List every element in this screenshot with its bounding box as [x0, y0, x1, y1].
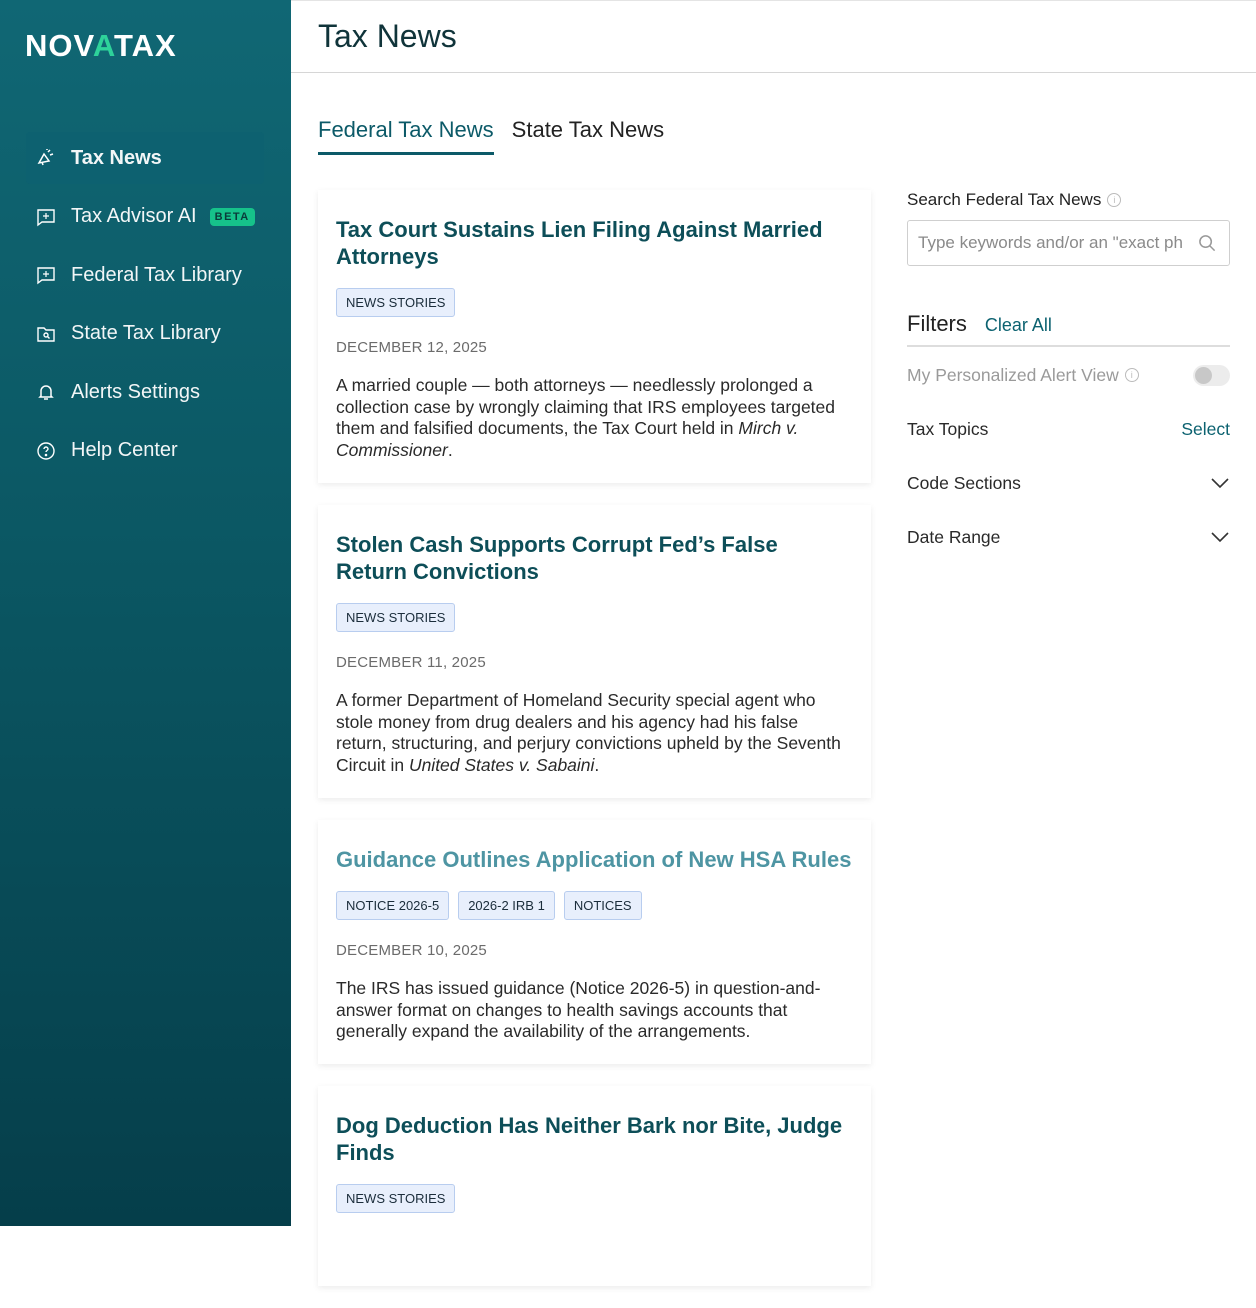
logo-text: TAX	[113, 28, 177, 63]
personalized-alert-row: My Personalized Alert View i	[907, 348, 1230, 402]
clear-all-button[interactable]: Clear All	[985, 315, 1052, 336]
sidebar-item-state-tax-library[interactable]: State Tax Library	[26, 308, 264, 360]
tax-topics-row: Tax Topics Select	[907, 402, 1230, 456]
article-title-link[interactable]: Dog Deduction Has Neither Bark nor Bite,…	[336, 1112, 853, 1166]
page-title: Tax News	[318, 18, 457, 54]
article-tag[interactable]: 2026-2 IRB 1	[458, 891, 555, 920]
personalized-alert-label: My Personalized Alert View	[907, 364, 1119, 385]
summary-text: The IRS has issued guidance (Notice 2026…	[336, 978, 821, 1041]
sidebar-item-federal-tax-library[interactable]: Federal Tax Library	[26, 249, 264, 301]
article-card: Dog Deduction Has Neither Bark nor Bite,…	[318, 1086, 871, 1286]
article-list: Tax Court Sustains Lien Filing Against M…	[318, 190, 871, 1308]
article-card: Guidance Outlines Application of New HSA…	[318, 820, 871, 1064]
article-title-link[interactable]: Tax Court Sustains Lien Filing Against M…	[336, 216, 853, 270]
search-icon[interactable]	[1198, 234, 1217, 258]
sidebar-item-label: Alerts Settings	[71, 380, 200, 403]
tax-topics-select-button[interactable]: Select	[1181, 419, 1230, 440]
chat-sparkle-icon	[35, 264, 57, 286]
personalized-alert-toggle[interactable]	[1193, 364, 1230, 386]
article-title-link[interactable]: Guidance Outlines Application of New HSA…	[336, 846, 853, 873]
filters-header: Filters Clear All	[907, 311, 1230, 347]
sidebar-item-label: Federal Tax Library	[71, 263, 242, 286]
sidebar-item-label: Tax News	[71, 146, 162, 169]
date-range-label: Date Range	[907, 526, 1001, 547]
code-sections-row[interactable]: Code Sections	[907, 456, 1230, 510]
logo-text: NOV	[25, 28, 93, 63]
logo-accent: A	[92, 28, 114, 63]
search-input[interactable]	[918, 233, 1183, 253]
beta-badge: BETA	[209, 207, 255, 226]
tab-state-tax-news[interactable]: State Tax News	[512, 117, 664, 155]
search-label-text: Search Federal Tax News	[907, 190, 1102, 209]
code-sections-label: Code Sections	[907, 472, 1021, 493]
article-date: DECEMBER 11, 2025	[336, 654, 486, 671]
tax-topics-label: Tax Topics	[907, 418, 989, 439]
search-label: Search Federal Tax News i	[907, 190, 1230, 210]
article-summary: The IRS has issued guidance (Notice 2026…	[336, 978, 853, 1043]
sidebar-nav: Tax News Tax Advisor AI BETA Federal Tax…	[26, 132, 264, 483]
sidebar-item-help-center[interactable]: Help Center	[26, 425, 264, 477]
article-tag[interactable]: NOTICE 2026-5	[336, 891, 450, 920]
chevron-down-icon[interactable]	[1210, 527, 1230, 548]
chat-sparkle-icon	[35, 206, 57, 228]
help-circle-icon	[35, 440, 57, 462]
article-title-link[interactable]: Stolen Cash Supports Corrupt Fed’s False…	[336, 531, 853, 585]
novatax-logo[interactable]: NOVATAX	[25, 28, 177, 64]
sidebar-item-alerts-settings[interactable]: Alerts Settings	[26, 366, 264, 418]
article-tag[interactable]: NEWS STORIES	[336, 288, 456, 317]
bell-icon	[35, 381, 57, 403]
article-date: DECEMBER 10, 2025	[336, 942, 487, 959]
sidebar-item-label: Help Center	[71, 439, 178, 461]
header: Tax News	[291, 0, 1256, 73]
sidebar-item-tax-news[interactable]: Tax News	[26, 132, 264, 184]
sidebar-item-label: Tax Advisor AI	[71, 205, 197, 227]
article-tag[interactable]: NEWS STORIES	[336, 603, 456, 632]
megaphone-icon	[35, 147, 57, 169]
date-range-row[interactable]: Date Range	[907, 510, 1230, 564]
news-tabs: Federal Tax News State Tax News	[318, 117, 682, 155]
article-summary: A former Department of Homeland Security…	[336, 690, 853, 776]
folder-search-icon	[35, 323, 57, 345]
sidebar-item-label: State Tax Library	[71, 322, 221, 344]
article-tag[interactable]: NOTICES	[563, 891, 642, 920]
sidebar: NOVATAX Tax News Tax Advisor AI BETA Fed…	[0, 0, 291, 1226]
search-box	[907, 220, 1230, 266]
summary-end: .	[447, 439, 453, 460]
info-icon[interactable]: i	[1124, 368, 1139, 382]
article-summary: A married couple — both attorneys — need…	[336, 375, 853, 461]
article-card: Stolen Cash Supports Corrupt Fed’s False…	[318, 505, 871, 798]
filters-title: Filters	[907, 311, 967, 336]
summary-end: .	[594, 754, 600, 775]
tab-federal-tax-news[interactable]: Federal Tax News	[318, 117, 494, 155]
sidebar-item-tax-advisor-ai[interactable]: Tax Advisor AI BETA	[26, 191, 264, 243]
article-tag[interactable]: NEWS STORIES	[336, 1184, 456, 1213]
article-date: DECEMBER 12, 2025	[336, 339, 487, 356]
chevron-down-icon[interactable]	[1210, 473, 1230, 494]
article-card: Tax Court Sustains Lien Filing Against M…	[318, 190, 871, 483]
case-name: United States v. Sabaini	[408, 754, 595, 775]
filter-panel: Search Federal Tax News i Filters Clear A…	[907, 190, 1230, 564]
info-icon[interactable]: i	[1107, 193, 1122, 207]
